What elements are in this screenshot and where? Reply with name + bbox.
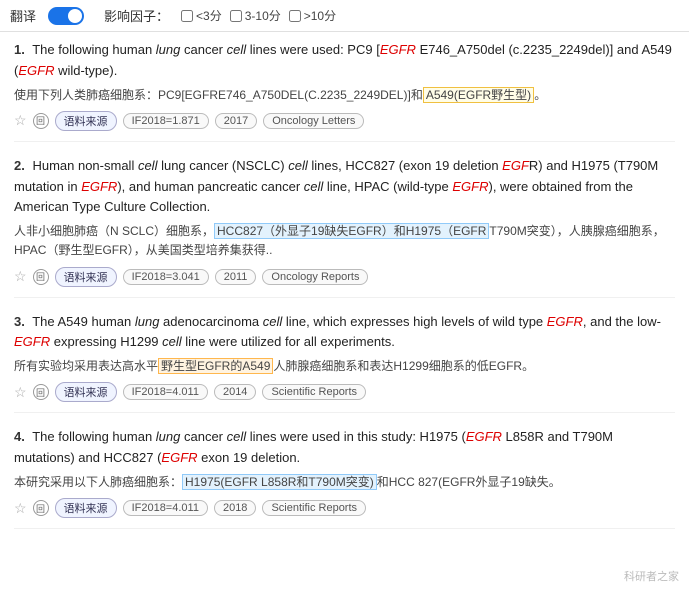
year-tag-2: 2011	[215, 269, 257, 285]
filter-gt10-checkbox[interactable]	[289, 10, 301, 22]
result-3-en: 3. The A549 human lung adenocarcinoma ce…	[14, 312, 675, 354]
result-4-zh: 本研究采用以下人肺癌细胞系：H1975(EGFR L858R和T790M突变)和…	[14, 473, 675, 492]
watermark: 科研者之家	[624, 568, 679, 584]
result-1-meta: ☆ 回 语料来源 IF2018=1.871 2017 Oncology Lett…	[14, 111, 675, 131]
lung-3: lung	[135, 314, 160, 329]
star-1[interactable]: ☆	[14, 112, 27, 129]
egfr-2c: EGFR	[452, 179, 488, 194]
filter-group: <3分 3-10分 >10分	[181, 7, 336, 24]
circle-4[interactable]: 回	[33, 500, 49, 516]
lung-1: lung	[156, 42, 181, 57]
journal-tag-4: Scientific Reports	[262, 500, 366, 516]
star-4[interactable]: ☆	[14, 500, 27, 517]
egfr-2a: EGF	[502, 158, 529, 173]
result-1-en: 1. The following human lung cancer cell …	[14, 40, 675, 82]
result-2-en: 2. Human non-small cell lung cancer (NSC…	[14, 156, 675, 218]
result-2-meta: ☆ 回 语料来源 IF2018=3.041 2011 Oncology Repo…	[14, 267, 675, 287]
if-tag-4: IF2018=4.011	[123, 500, 208, 516]
result-1-zh: 使用下列人类肺癌细胞系：PC9[EGFRE746_A750DEL(C.2235_…	[14, 86, 675, 105]
star-2[interactable]: ☆	[14, 268, 27, 285]
highlight-2: HCC827（外显子19缺失EGFR）和H1975（EGFR	[214, 223, 489, 239]
star-3[interactable]: ☆	[14, 384, 27, 401]
egfr-1b: EGFR	[18, 63, 54, 78]
cell-2a: cell	[138, 158, 158, 173]
result-3-zh: 所有实验均采用表达高水平野生型EGFR的A549人肺腺癌细胞系和表达H1299细…	[14, 357, 675, 376]
translate-label: 翻译	[10, 6, 36, 25]
year-tag-3: 2014	[214, 384, 256, 400]
egfr-4b: EGFR	[161, 450, 197, 465]
cell-3a: cell	[263, 314, 283, 329]
filter-lt3-label: <3分	[196, 7, 222, 24]
filter-3to10-checkbox[interactable]	[230, 10, 242, 22]
cell-3b: cell	[162, 334, 182, 349]
cell-1: cell	[227, 42, 247, 57]
lung-4: lung	[156, 429, 181, 444]
toolbar: 翻译 影响因子： <3分 3-10分 >10分	[0, 0, 689, 32]
egfr-2b: EGFR	[81, 179, 117, 194]
result-3-number: 3.	[14, 312, 25, 333]
highlight-3: 野生型EGFR的A549	[158, 358, 273, 374]
result-4-number: 4.	[14, 427, 25, 448]
cell-4a: cell	[227, 429, 247, 444]
translate-toggle[interactable]	[48, 7, 84, 25]
source-tag-2[interactable]: 语料来源	[55, 267, 117, 287]
result-item-2: 2. Human non-small cell lung cancer (NSC…	[14, 156, 675, 298]
source-tag-3[interactable]: 语料来源	[55, 382, 117, 402]
year-tag-4: 2018	[214, 500, 256, 516]
egfr-1a: EGFR	[380, 42, 416, 57]
egfr-4a: EGFR	[466, 429, 502, 444]
source-tag-4[interactable]: 语料来源	[55, 498, 117, 518]
results-container: 1. The following human lung cancer cell …	[0, 32, 689, 551]
egfr-3a: EGFR	[547, 314, 583, 329]
if-tag-1: IF2018=1.871	[123, 113, 209, 129]
year-tag-1: 2017	[215, 113, 257, 129]
influence-label: 影响因子：	[104, 6, 169, 25]
result-2-number: 2.	[14, 156, 25, 177]
result-item-1: 1. The following human lung cancer cell …	[14, 40, 675, 142]
result-4-meta: ☆ 回 语料来源 IF2018=4.011 2018 Scientific Re…	[14, 498, 675, 518]
highlight-1: A549(EGFR野生型)	[423, 87, 534, 103]
filter-3to10[interactable]: 3-10分	[230, 7, 281, 24]
filter-lt3[interactable]: <3分	[181, 7, 222, 24]
result-item-4: 4. The following human lung cancer cell …	[14, 427, 675, 529]
filter-lt3-checkbox[interactable]	[181, 10, 193, 22]
result-2-zh: 人非小细胞肺癌（N SCLC）细胞系，HCC827（外显子19缺失EGFR）和H…	[14, 222, 675, 260]
egfr-3b: EGFR	[14, 334, 50, 349]
filter-gt10[interactable]: >10分	[289, 7, 336, 24]
cell-2c: cell	[304, 179, 324, 194]
journal-tag-1: Oncology Letters	[263, 113, 364, 129]
result-1-number: 1.	[14, 40, 25, 61]
circle-3[interactable]: 回	[33, 384, 49, 400]
source-tag-1[interactable]: 语料来源	[55, 111, 117, 131]
if-tag-3: IF2018=4.011	[123, 384, 208, 400]
if-tag-2: IF2018=3.041	[123, 269, 209, 285]
result-item-3: 3. The A549 human lung adenocarcinoma ce…	[14, 312, 675, 414]
circle-1[interactable]: 回	[33, 113, 49, 129]
filter-3to10-label: 3-10分	[245, 7, 281, 24]
highlight-4: H1975(EGFR L858R和T790M突变)	[182, 474, 377, 490]
result-3-meta: ☆ 回 语料来源 IF2018=4.011 2014 Scientific Re…	[14, 382, 675, 402]
result-4-en: 4. The following human lung cancer cell …	[14, 427, 675, 469]
journal-tag-3: Scientific Reports	[262, 384, 366, 400]
filter-gt10-label: >10分	[304, 7, 336, 24]
circle-2[interactable]: 回	[33, 269, 49, 285]
journal-tag-2: Oncology Reports	[262, 269, 368, 285]
cell-2b: cell	[288, 158, 308, 173]
